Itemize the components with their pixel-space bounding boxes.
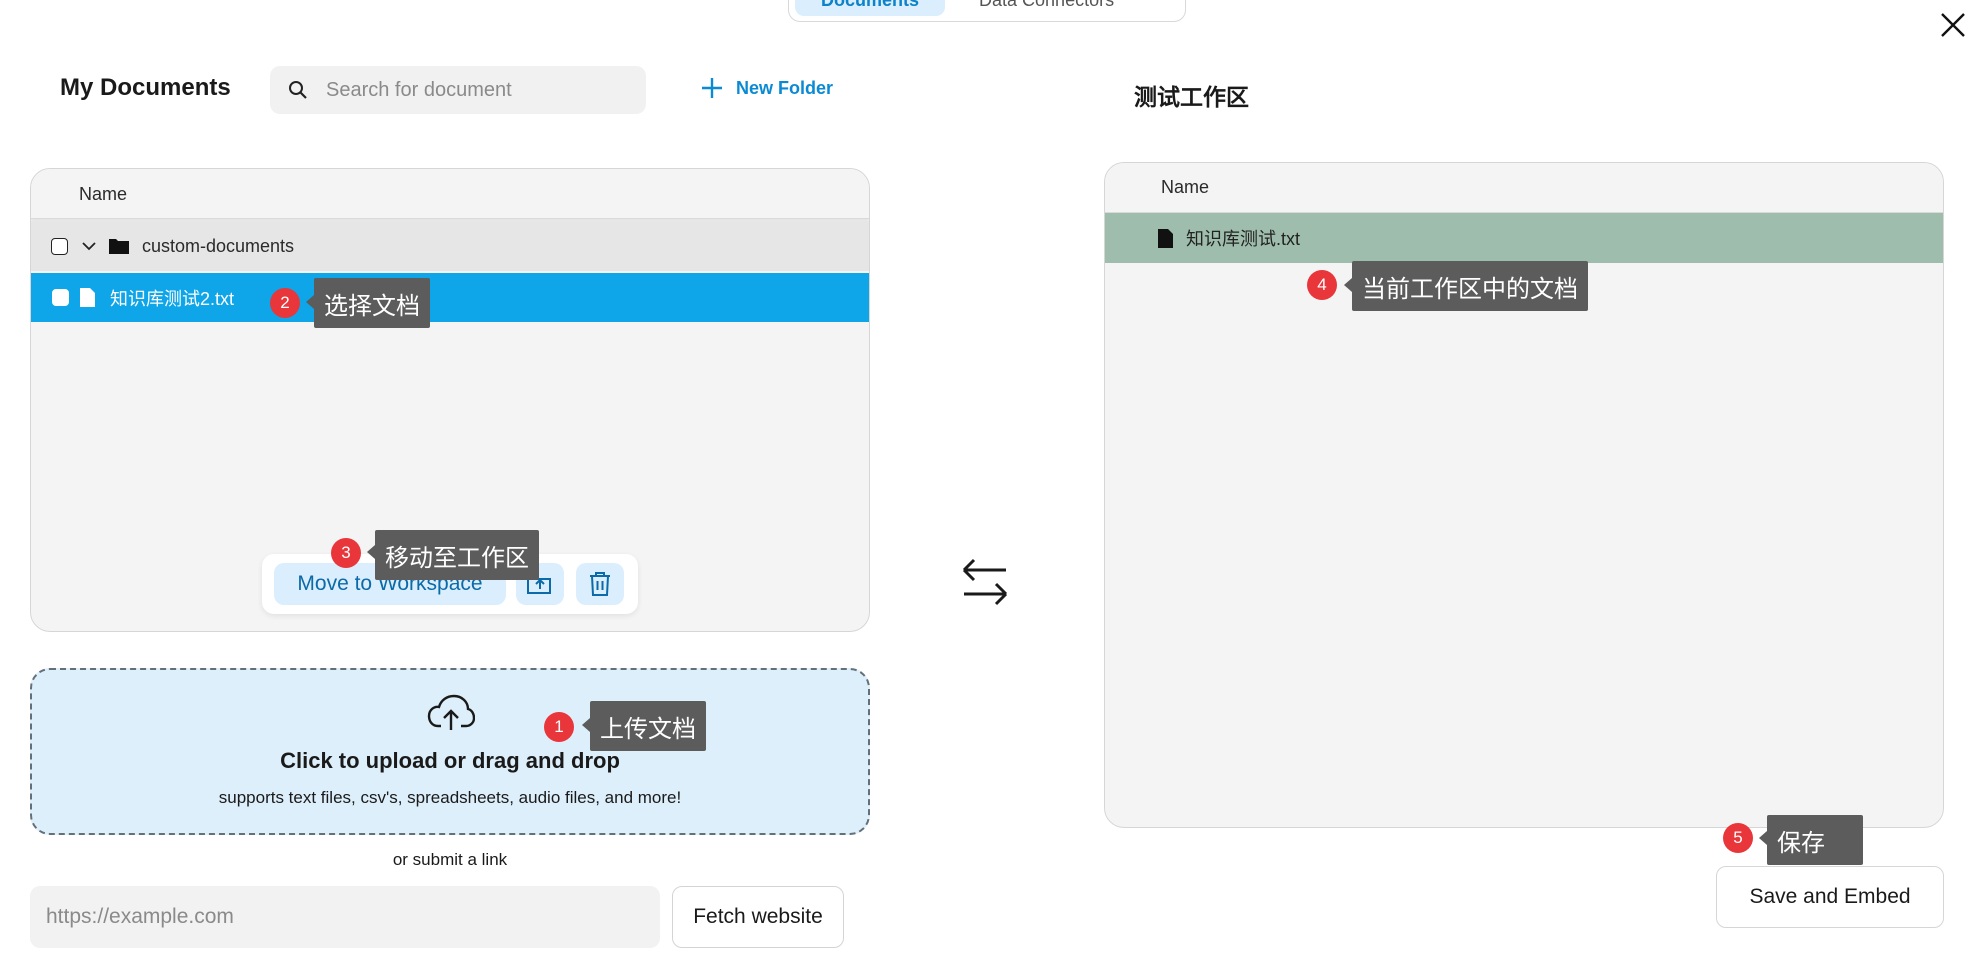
- tab-documents[interactable]: Documents: [795, 0, 946, 16]
- save-and-embed-button[interactable]: Save and Embed: [1716, 866, 1944, 928]
- annotation-2-arrow: [306, 295, 314, 309]
- url-input[interactable]: [30, 886, 660, 948]
- new-folder-button[interactable]: New Folder: [700, 76, 833, 100]
- file-icon: [80, 288, 95, 307]
- delete-button[interactable]: [576, 563, 624, 605]
- trash-icon: [590, 572, 610, 596]
- upload-title: Click to upload or drag and drop: [280, 748, 620, 773]
- swap-arrows-icon: [960, 556, 1010, 613]
- annotation-4-tooltip: 当前工作区中的文档: [1352, 261, 1588, 311]
- annotation-4-badge: 4: [1307, 270, 1337, 300]
- workspace-title: 测试工作区: [1134, 84, 1249, 110]
- table-header: Name: [31, 169, 869, 219]
- workspace-file-row[interactable]: 知识库测试.txt: [1105, 213, 1943, 263]
- tab-data-connectors[interactable]: Data Connectors: [953, 0, 1140, 16]
- folder-icon: [109, 239, 129, 254]
- close-icon[interactable]: [1938, 10, 1966, 40]
- top-tab-bar: Documents Data Connectors: [788, 0, 1186, 22]
- annotation-2-badge: 2: [270, 288, 300, 318]
- annotation-5-arrow: [1759, 831, 1767, 845]
- workspace-file-name: 知识库测试.txt: [1186, 229, 1301, 249]
- column-name-header: Name: [79, 184, 128, 204]
- annotation-5-badge: 5: [1723, 823, 1753, 853]
- folder-checkbox[interactable]: [51, 237, 68, 255]
- file-checkbox[interactable]: [52, 289, 69, 306]
- upload-subtitle: supports text files, csv's, spreadsheets…: [218, 788, 682, 807]
- file-name: 知识库测试2.txt: [110, 288, 235, 309]
- plus-icon: [702, 78, 722, 98]
- file-icon: [1158, 228, 1173, 248]
- annotation-5-tooltip: 保存: [1767, 815, 1863, 865]
- folder-name: custom-documents: [142, 235, 295, 256]
- chevron-down-icon[interactable]: [80, 237, 98, 255]
- annotation-3-tooltip: 移动至工作区: [375, 530, 539, 580]
- annotation-3-badge: 3: [331, 538, 361, 568]
- selected-file-row[interactable]: 知识库测试2.txt: [31, 273, 869, 322]
- search-input[interactable]: [324, 77, 624, 103]
- workspace-column-name-header: Name: [1161, 177, 1210, 197]
- fetch-website-button[interactable]: Fetch website: [672, 886, 844, 948]
- search-icon: [289, 81, 307, 99]
- annotation-2-tooltip: 选择文档: [314, 278, 430, 328]
- folder-row[interactable]: custom-documents: [31, 221, 869, 271]
- annotation-3-arrow: [367, 545, 375, 559]
- my-documents-title: My Documents: [60, 74, 231, 101]
- upload-dropzone[interactable]: Click to upload or drag and drop support…: [30, 668, 870, 835]
- cloud-upload-icon: [427, 694, 475, 730]
- workspace-table-header: Name: [1105, 163, 1943, 213]
- annotation-4-arrow: [1344, 278, 1352, 292]
- annotation-1-arrow: [582, 718, 590, 732]
- annotation-1-tooltip: 上传文档: [590, 701, 706, 751]
- search-box[interactable]: [270, 66, 646, 114]
- or-submit-link-label: or submit a link: [392, 850, 508, 869]
- new-folder-label: New Folder: [736, 77, 834, 98]
- annotation-1-badge: 1: [544, 712, 574, 742]
